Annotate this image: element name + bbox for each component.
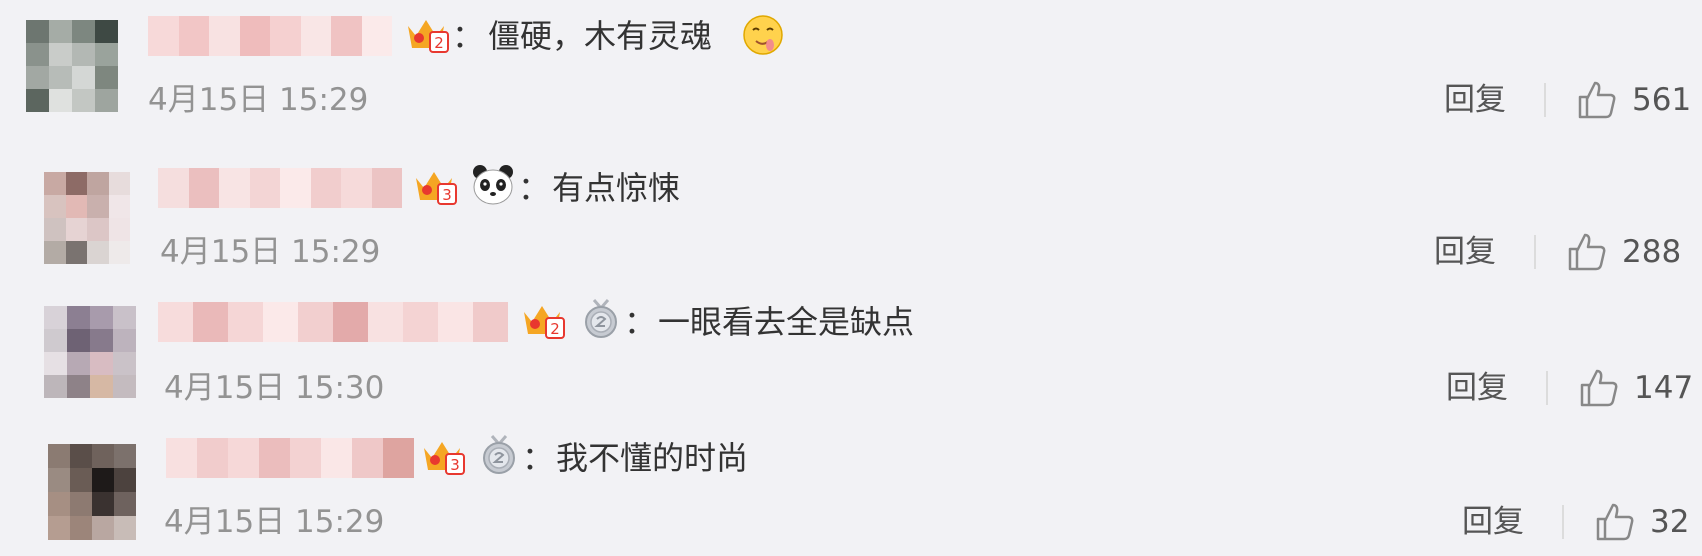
reply-button[interactable]: 回复 <box>1462 502 1524 542</box>
like-count: 32 <box>1650 504 1690 540</box>
vip-crown-badge-icon: 3 <box>424 442 465 475</box>
username-blurred[interactable] <box>158 168 402 208</box>
like-count: 147 <box>1634 370 1694 406</box>
svg-text:2: 2 <box>550 320 560 338</box>
colon: ： <box>624 303 657 341</box>
avatar[interactable] <box>44 306 136 398</box>
comment-text: 有点惊悚 <box>552 169 681 207</box>
comment-time: 4月15日 15:29 <box>164 504 385 540</box>
vip-crown-badge-icon: 3 <box>416 172 457 205</box>
divider <box>1562 505 1564 539</box>
divider <box>1546 371 1548 405</box>
like-count: 288 <box>1622 234 1682 270</box>
reply-button[interactable]: 回复 <box>1446 368 1508 408</box>
panda-face-icon <box>473 165 513 205</box>
avatar[interactable] <box>48 444 136 540</box>
avatar[interactable] <box>44 172 130 264</box>
colon: ： <box>518 169 551 207</box>
svg-text:3: 3 <box>450 456 460 474</box>
username-blurred[interactable] <box>158 302 508 342</box>
comment-time: 4月15日 15:30 <box>164 370 385 406</box>
divider <box>1534 235 1536 269</box>
silver-medal-icon <box>585 299 617 338</box>
comment-text: 我不懂的时尚 <box>556 439 749 477</box>
vip-crown-badge-icon: 2 <box>524 306 565 339</box>
colon: ： <box>522 439 555 477</box>
comment-time: 4月15日 15:29 <box>160 234 381 270</box>
comment-text: 一眼看去全是缺点 <box>658 303 915 341</box>
comment-item: 3 ： 我不懂的时尚 4月15日 15:29 回复 32 <box>0 0 1702 541</box>
reply-button[interactable]: 回复 <box>1434 232 1496 272</box>
silver-medal-icon <box>483 435 515 474</box>
svg-text:3: 3 <box>442 186 452 204</box>
thumbs-up-icon[interactable] <box>1594 501 1636 543</box>
thumbs-up-icon[interactable] <box>1566 231 1608 273</box>
thumbs-up-icon[interactable] <box>1578 367 1620 409</box>
username-blurred[interactable] <box>166 438 414 478</box>
